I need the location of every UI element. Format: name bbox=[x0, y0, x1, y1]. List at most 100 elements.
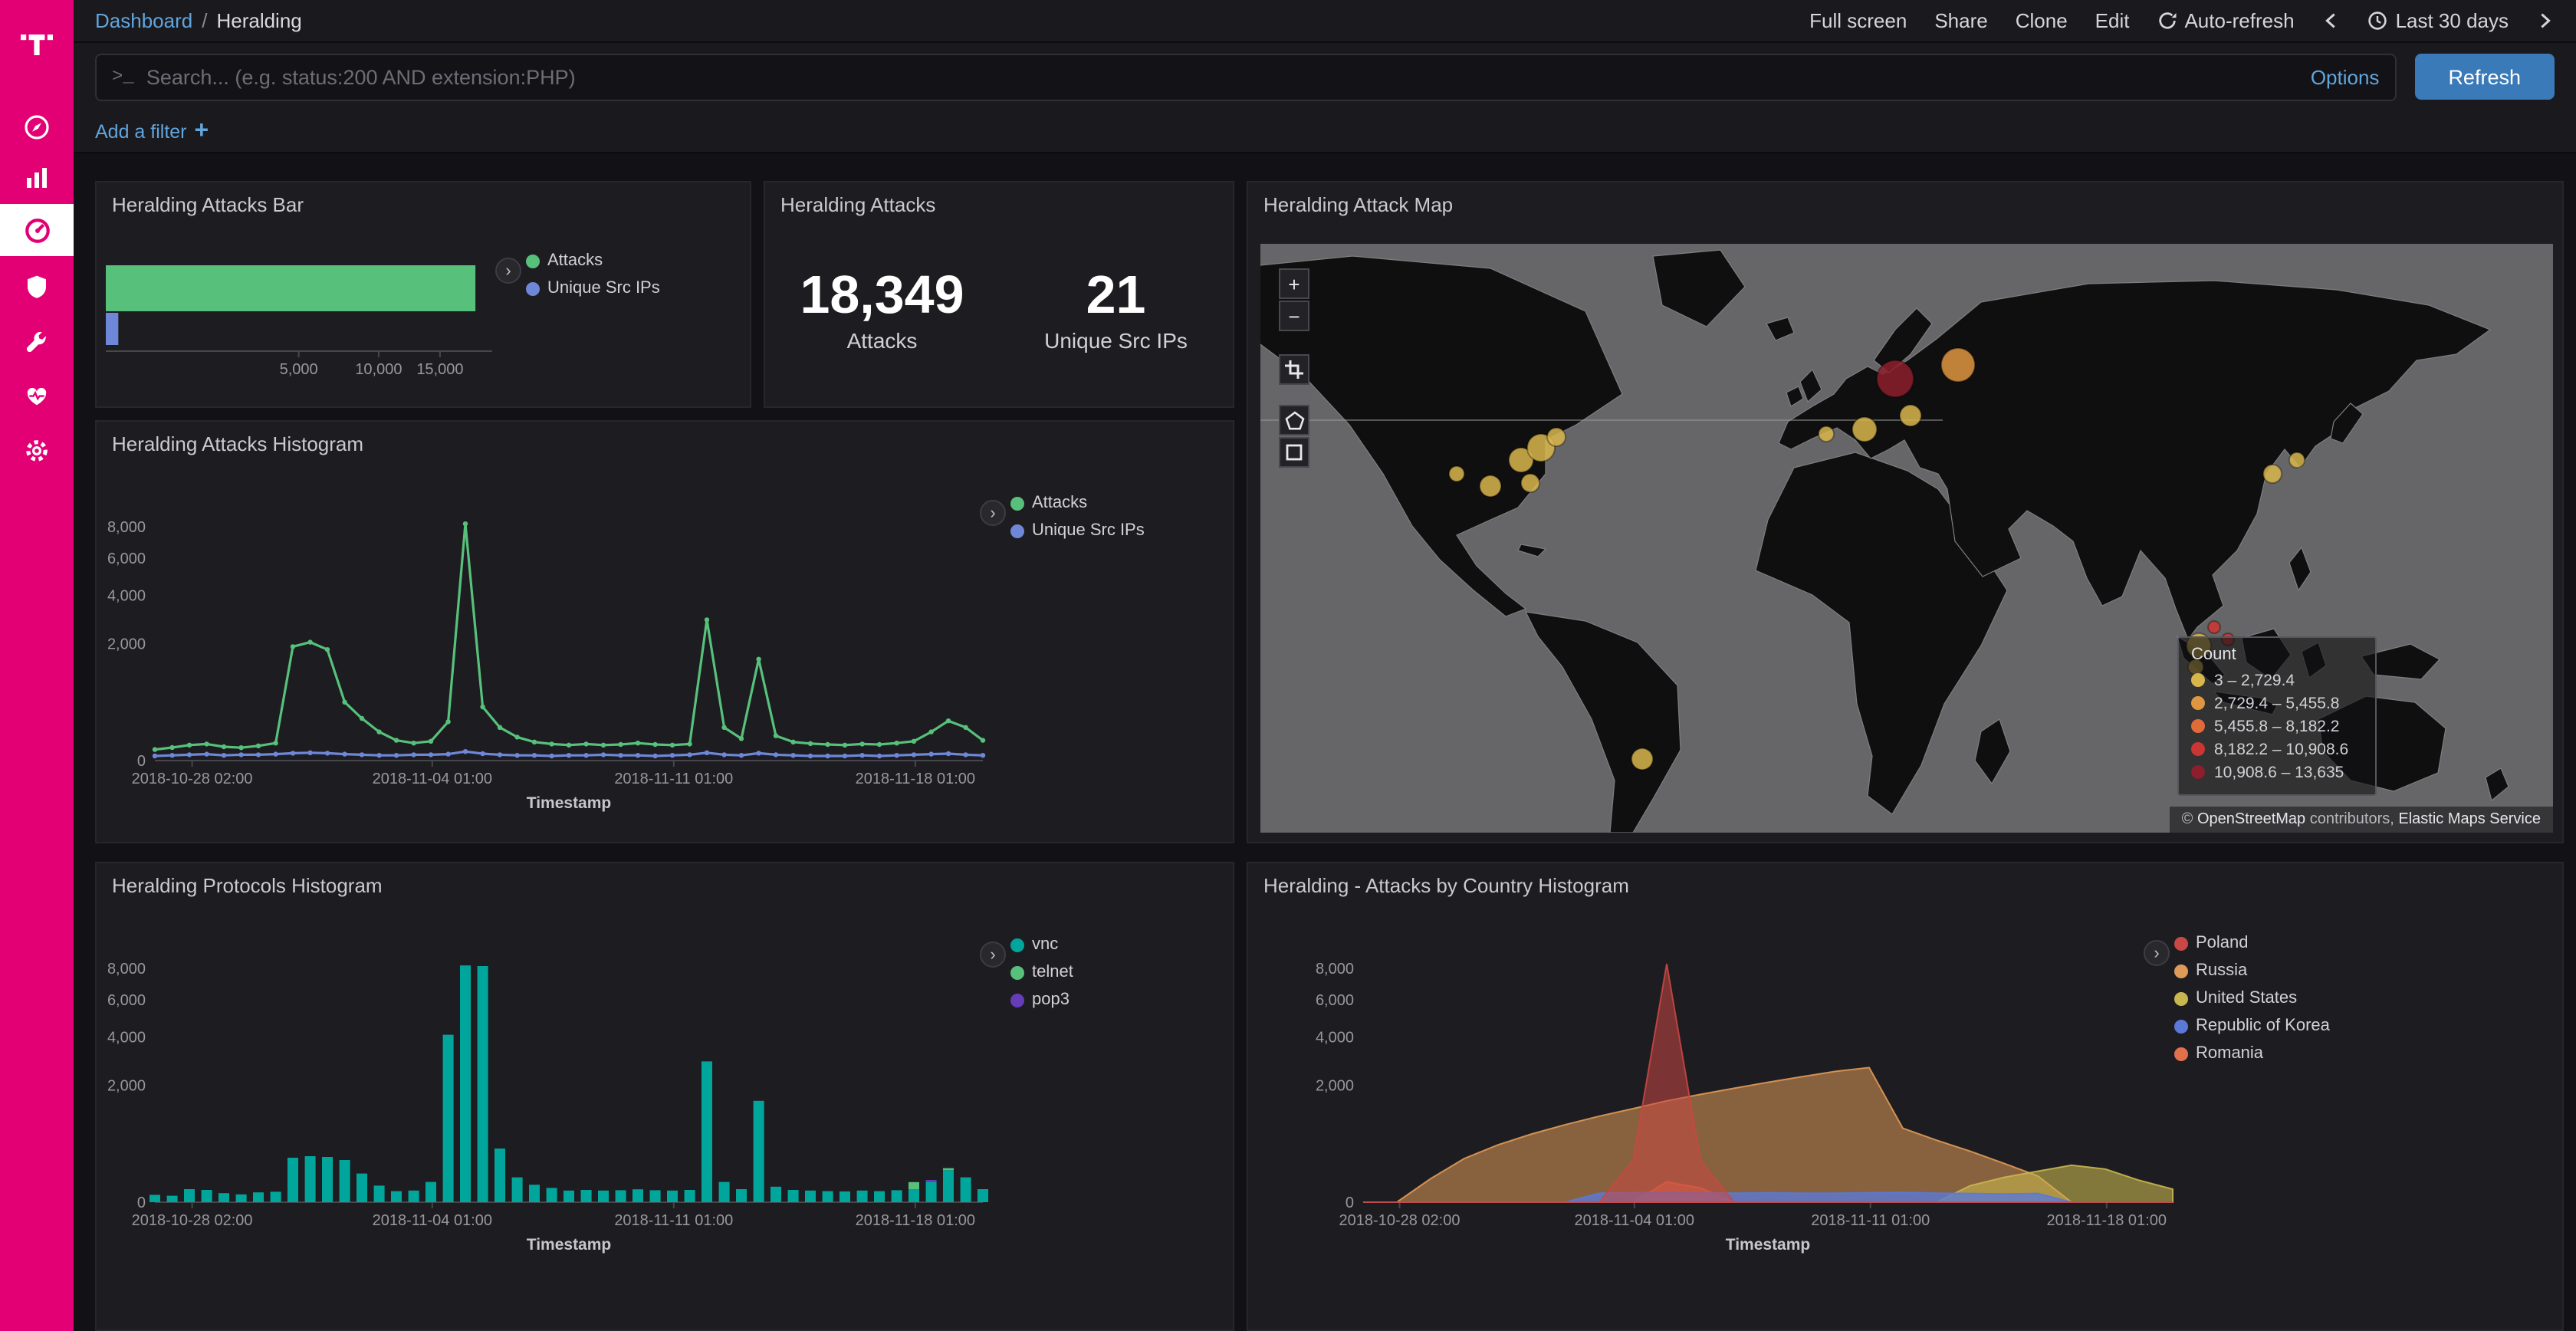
svg-text:2018-11-18 01:00: 2018-11-18 01:00 bbox=[2047, 1212, 2167, 1229]
svg-text:2018-10-28 02:00: 2018-10-28 02:00 bbox=[132, 771, 253, 787]
legend-item-united-states[interactable]: United States bbox=[2174, 989, 2297, 1007]
svg-text:4,000: 4,000 bbox=[1316, 1029, 1354, 1046]
sidebar-item-visualize[interactable] bbox=[0, 152, 74, 204]
svg-text:2018-11-11 01:00: 2018-11-11 01:00 bbox=[1811, 1212, 1930, 1229]
svg-text:10,000: 10,000 bbox=[355, 361, 402, 378]
rectangle-tool-button[interactable] bbox=[1279, 437, 1309, 468]
breadcrumb-separator: / bbox=[202, 9, 207, 32]
legend-item-telnet[interactable]: telnet bbox=[1010, 963, 1073, 981]
panel-heralding-attack-map: Heralding Attack Map + − bbox=[1247, 181, 2564, 843]
zoom-out-button[interactable]: − bbox=[1279, 301, 1309, 331]
map-attribution: © OpenStreetMap contributors, Elastic Ma… bbox=[2170, 807, 2553, 833]
svg-text:2018-10-28 02:00: 2018-10-28 02:00 bbox=[132, 1212, 253, 1229]
chevron-right-icon: › bbox=[2154, 944, 2159, 962]
polygon-icon bbox=[1284, 410, 1304, 430]
zoom-in-button[interactable]: + bbox=[1279, 268, 1309, 299]
svg-text:Timestamp: Timestamp bbox=[527, 1236, 612, 1254]
sidebar-item-monitoring[interactable] bbox=[0, 370, 74, 422]
refresh-cycle-icon bbox=[2157, 11, 2177, 31]
legend-toggle[interactable]: › bbox=[2144, 940, 2170, 966]
search-input[interactable] bbox=[146, 65, 2298, 88]
svg-text:6,000: 6,000 bbox=[107, 550, 146, 567]
panel-title: Heralding - Attacks by Country Histogram bbox=[1263, 874, 1629, 897]
sidebar-item-dashboard-active[interactable] bbox=[0, 204, 74, 256]
auto-refresh-button[interactable]: Auto-refresh bbox=[2157, 9, 2294, 32]
legend-item-unique-src-ips[interactable]: Unique Src IPs bbox=[1010, 521, 1145, 540]
search-input-wrap: >_ Options bbox=[95, 53, 2396, 100]
legend-item-vnc[interactable]: vnc bbox=[1010, 935, 1058, 954]
elastic-maps-link[interactable]: Elastic Maps Service bbox=[2398, 811, 2541, 828]
time-range-picker[interactable]: Last 30 days bbox=[2368, 9, 2509, 32]
add-filter-link[interactable]: Add a filter bbox=[95, 120, 187, 142]
legend-item-attacks[interactable]: Attacks bbox=[526, 251, 603, 270]
sidebar-item-devtools[interactable] bbox=[0, 317, 74, 370]
legend-item-russia[interactable]: Russia bbox=[2174, 961, 2247, 980]
crop-tool-button[interactable] bbox=[1279, 354, 1309, 385]
share-button[interactable]: Share bbox=[1934, 9, 1987, 32]
legend-row: 8,182.2 – 10,908.6 bbox=[2191, 738, 2363, 761]
sidebar-item-management[interactable] bbox=[0, 425, 74, 477]
panel-title: Heralding Attacks bbox=[780, 193, 935, 216]
breadcrumb-current: Heralding bbox=[216, 9, 301, 32]
sidebar bbox=[0, 0, 74, 1331]
svg-text:2,000: 2,000 bbox=[107, 1077, 146, 1094]
legend-dot bbox=[1010, 993, 1024, 1007]
svg-text:6,000: 6,000 bbox=[1316, 992, 1354, 1009]
openstreetmap-link[interactable]: OpenStreetMap bbox=[2197, 811, 2305, 828]
legend-title: Count bbox=[2191, 646, 2363, 664]
svg-text:15,000: 15,000 bbox=[416, 361, 463, 378]
metric-value: 21 bbox=[999, 265, 1233, 327]
legend-dot bbox=[1010, 938, 1024, 951]
breadcrumb-dashboard[interactable]: Dashboard bbox=[95, 9, 192, 32]
query-bar: >_ Options Refresh bbox=[74, 43, 2576, 110]
sidebar-item-discover[interactable] bbox=[0, 101, 74, 153]
panel-title: Heralding Attacks Bar bbox=[112, 193, 304, 216]
svg-text:6,000: 6,000 bbox=[107, 992, 146, 1009]
legend-item-republic-of-korea[interactable]: Republic of Korea bbox=[2174, 1017, 2330, 1035]
legend-item-attacks[interactable]: Attacks bbox=[1010, 494, 1087, 512]
sidebar-item-security[interactable] bbox=[0, 261, 74, 313]
legend-toggle[interactable]: › bbox=[980, 500, 1006, 526]
legend-dot bbox=[1010, 965, 1024, 979]
svg-text:5,000: 5,000 bbox=[280, 361, 318, 378]
legend-toggle[interactable]: › bbox=[980, 942, 1006, 968]
panel-heralding-protocols-histogram: Heralding Protocols Histogram 02,0004,00… bbox=[95, 862, 1234, 1331]
legend-toggle[interactable]: › bbox=[495, 258, 521, 284]
full-screen-button[interactable]: Full screen bbox=[1809, 9, 1907, 32]
refresh-button[interactable]: Refresh bbox=[2414, 54, 2555, 100]
rectangle-icon bbox=[1285, 443, 1303, 462]
metric-value: 18,349 bbox=[765, 265, 999, 327]
time-forward-button[interactable] bbox=[2536, 11, 2555, 31]
legend-row: 2,729.4 – 5,455.8 bbox=[2191, 692, 2363, 715]
gear-icon bbox=[23, 437, 51, 465]
legend-item-pop3[interactable]: pop3 bbox=[1010, 991, 1070, 1009]
compass-icon bbox=[23, 113, 51, 141]
svg-text:2018-11-04 01:00: 2018-11-04 01:00 bbox=[373, 771, 492, 787]
svg-text:Timestamp: Timestamp bbox=[527, 794, 612, 812]
svg-text:8,000: 8,000 bbox=[107, 519, 146, 536]
attacks-line-chart: 02,0004,0006,0008,0002018-10-28 02:00201… bbox=[97, 422, 1236, 845]
main-area: Dashboard / Heralding Full screen Share … bbox=[74, 0, 2576, 1331]
polygon-tool-button[interactable] bbox=[1279, 405, 1309, 435]
svg-text:2,000: 2,000 bbox=[107, 636, 146, 652]
svg-text:0: 0 bbox=[137, 1195, 146, 1211]
svg-text:2,000: 2,000 bbox=[1316, 1077, 1354, 1094]
legend-item-poland[interactable]: Poland bbox=[2174, 934, 2249, 952]
options-link[interactable]: Options bbox=[2311, 65, 2380, 88]
terminal-prompt-icon: >_ bbox=[112, 66, 134, 87]
heartbeat-icon bbox=[23, 382, 51, 409]
attack-map[interactable]: + − bbox=[1260, 244, 2553, 833]
top-menu: Full screen Share Clone Edit Auto-refres… bbox=[1809, 9, 2555, 32]
edit-button[interactable]: Edit bbox=[2095, 9, 2130, 32]
legend-item-unique-src-ips[interactable]: Unique Src IPs bbox=[526, 279, 660, 297]
svg-text:4,000: 4,000 bbox=[107, 1029, 146, 1046]
time-back-button[interactable] bbox=[2322, 11, 2341, 31]
legend-dot bbox=[2191, 673, 2205, 687]
chevron-right-icon: › bbox=[505, 261, 511, 280]
panel-heralding-attacks-bar: Heralding Attacks Bar 5,00010,00015,000 … bbox=[95, 181, 751, 408]
svg-text:8,000: 8,000 bbox=[1316, 961, 1354, 978]
gauge-icon bbox=[22, 215, 51, 245]
legend-item-romania[interactable]: Romania bbox=[2174, 1044, 2263, 1063]
legend-dot bbox=[1010, 524, 1024, 537]
clone-button[interactable]: Clone bbox=[2016, 9, 2068, 32]
